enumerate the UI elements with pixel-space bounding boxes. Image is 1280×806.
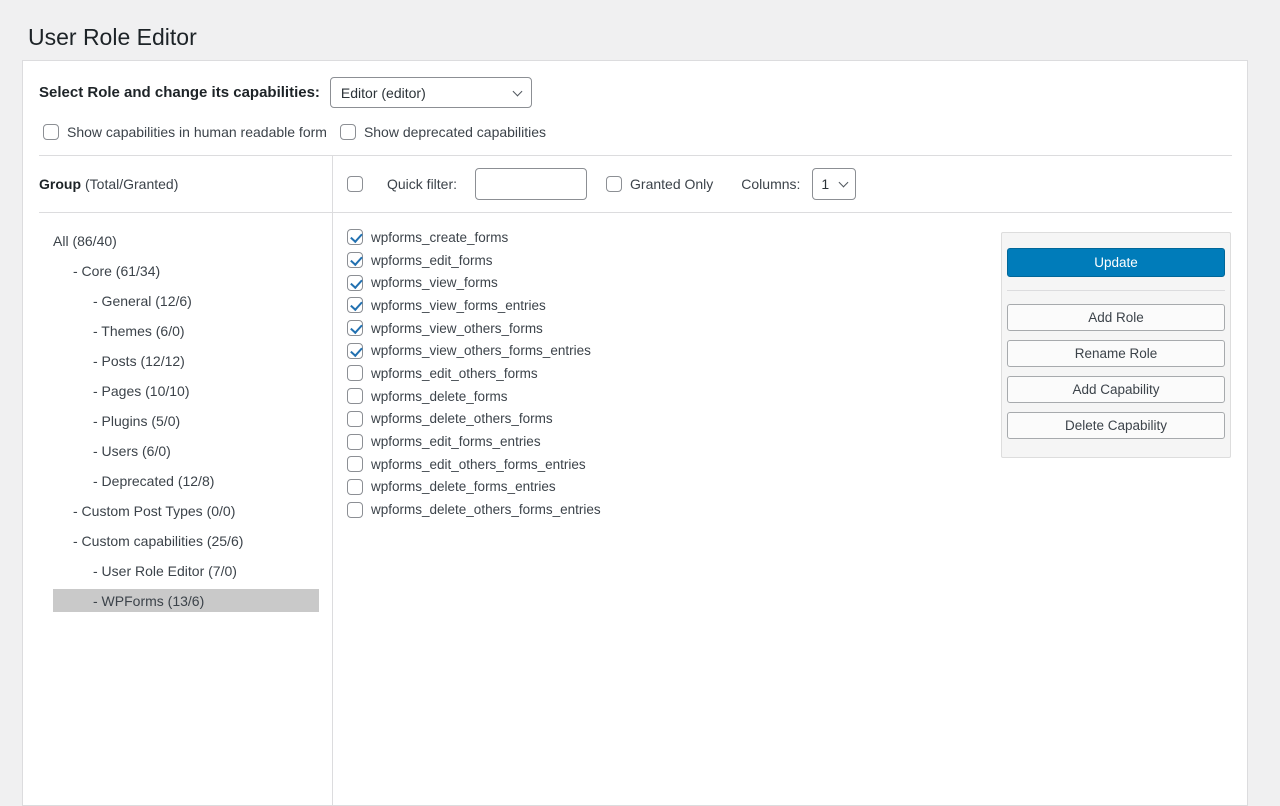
capability-label: wpforms_edit_forms bbox=[371, 253, 493, 268]
group-item[interactable]: - User Role Editor (7/0) bbox=[53, 559, 319, 582]
columns-select-value: 1 bbox=[821, 176, 829, 192]
chevron-down-icon bbox=[512, 86, 522, 96]
groups-header: Group (Total/Granted) bbox=[23, 156, 332, 212]
update-button[interactable]: Update bbox=[1007, 248, 1225, 277]
human-readable-label: Show capabilities in human readable form bbox=[67, 124, 327, 140]
granted-only-option[interactable]: Granted Only bbox=[606, 176, 713, 192]
capability-label: wpforms_create_forms bbox=[371, 230, 508, 245]
chevron-down-icon bbox=[839, 178, 849, 188]
group-item[interactable]: - Custom capabilities (25/6) bbox=[53, 529, 319, 552]
capability-label: wpforms_view_others_forms bbox=[371, 321, 543, 336]
delete-capability-button[interactable]: Delete Capability bbox=[1007, 412, 1225, 439]
role-select-label: Select Role and change its capabilities: bbox=[39, 84, 320, 101]
group-item[interactable]: - Core (61/34) bbox=[53, 259, 319, 282]
deprecated-option[interactable]: Show deprecated capabilities bbox=[340, 124, 546, 140]
granted-only-checkbox[interactable] bbox=[606, 176, 622, 192]
content-columns: Group (Total/Granted) All (86/40) - Core … bbox=[23, 156, 1247, 806]
capabilities-column: Quick filter: Granted Only Columns: 1 wp… bbox=[332, 156, 1247, 806]
divider bbox=[1007, 290, 1225, 291]
add-role-button[interactable]: Add Role bbox=[1007, 304, 1225, 331]
capability-checkbox[interactable] bbox=[347, 229, 363, 245]
page-title: User Role Editor bbox=[28, 24, 1280, 50]
capability-checkbox[interactable] bbox=[347, 388, 363, 404]
group-item[interactable]: - Custom Post Types (0/0) bbox=[53, 499, 319, 522]
columns-select[interactable]: 1 bbox=[812, 168, 856, 200]
human-readable-option[interactable]: Show capabilities in human readable form bbox=[43, 124, 327, 140]
capability-label: wpforms_delete_others_forms bbox=[371, 411, 553, 426]
groups-header-title: Group bbox=[39, 176, 81, 192]
capability-checkbox[interactable] bbox=[347, 479, 363, 495]
capability-checkbox[interactable] bbox=[347, 297, 363, 313]
group-item[interactable]: All (86/40) bbox=[53, 229, 319, 252]
capability-checkbox[interactable] bbox=[347, 252, 363, 268]
capability-label: wpforms_delete_forms bbox=[371, 389, 508, 404]
capability-label: wpforms_view_forms bbox=[371, 275, 498, 290]
role-select[interactable]: Editor (editor) bbox=[330, 77, 532, 108]
human-readable-checkbox[interactable] bbox=[43, 124, 59, 140]
capability-label: wpforms_view_forms_entries bbox=[371, 298, 546, 313]
deprecated-checkbox[interactable] bbox=[340, 124, 356, 140]
granted-only-label: Granted Only bbox=[630, 176, 713, 192]
capability-checkbox[interactable] bbox=[347, 411, 363, 427]
capability-label: wpforms_view_others_forms_entries bbox=[371, 343, 591, 358]
quick-filter-input[interactable] bbox=[475, 168, 587, 200]
capability-checkbox[interactable] bbox=[347, 365, 363, 381]
role-row: Select Role and change its capabilities:… bbox=[39, 77, 1232, 108]
role-select-value: Editor (editor) bbox=[341, 85, 426, 101]
capability-checkbox[interactable] bbox=[347, 456, 363, 472]
groups-header-subtitle: (Total/Granted) bbox=[85, 176, 178, 192]
select-all-checkbox[interactable] bbox=[347, 176, 363, 192]
capability-label: wpforms_delete_others_forms_entries bbox=[371, 502, 601, 517]
add-capability-button[interactable]: Add Capability bbox=[1007, 376, 1225, 403]
deprecated-label: Show deprecated capabilities bbox=[364, 124, 546, 140]
capability-label: wpforms_delete_forms_entries bbox=[371, 479, 556, 494]
group-item[interactable]: - General (12/6) bbox=[53, 289, 319, 312]
options-row: Show capabilities in human readable form… bbox=[43, 123, 1232, 140]
quick-filter-label: Quick filter: bbox=[387, 176, 457, 192]
groups-column: Group (Total/Granted) All (86/40) - Core … bbox=[23, 156, 332, 806]
capability-checkbox[interactable] bbox=[347, 343, 363, 359]
group-item[interactable]: - Deprecated (12/8) bbox=[53, 469, 319, 492]
capability-row: wpforms_delete_others_forms_entries bbox=[347, 498, 1247, 521]
main-panel: Select Role and change its capabilities:… bbox=[22, 60, 1248, 806]
capability-row: wpforms_delete_forms_entries bbox=[347, 476, 1247, 499]
group-item[interactable]: - WPForms (13/6) bbox=[53, 589, 319, 612]
group-item[interactable]: - Posts (12/12) bbox=[53, 349, 319, 372]
actions-panel: Update Add Role Rename Role Add Capabili… bbox=[1001, 232, 1231, 458]
group-item[interactable]: - Users (6/0) bbox=[53, 439, 319, 462]
filter-bar: Quick filter: Granted Only Columns: 1 bbox=[333, 156, 1247, 212]
columns-label: Columns: bbox=[741, 176, 800, 192]
capability-label: wpforms_edit_forms_entries bbox=[371, 434, 541, 449]
group-item[interactable]: - Themes (6/0) bbox=[53, 319, 319, 342]
group-item[interactable]: - Plugins (5/0) bbox=[53, 409, 319, 432]
group-item[interactable]: - Pages (10/10) bbox=[53, 379, 319, 402]
capability-checkbox[interactable] bbox=[347, 275, 363, 291]
group-list: All (86/40) - Core (61/34) - General (12/6… bbox=[23, 213, 332, 612]
capability-checkbox[interactable] bbox=[347, 502, 363, 518]
capability-checkbox[interactable] bbox=[347, 320, 363, 336]
capability-label: wpforms_edit_others_forms_entries bbox=[371, 457, 586, 472]
capability-label: wpforms_edit_others_forms bbox=[371, 366, 538, 381]
rename-role-button[interactable]: Rename Role bbox=[1007, 340, 1225, 367]
capability-checkbox[interactable] bbox=[347, 434, 363, 450]
